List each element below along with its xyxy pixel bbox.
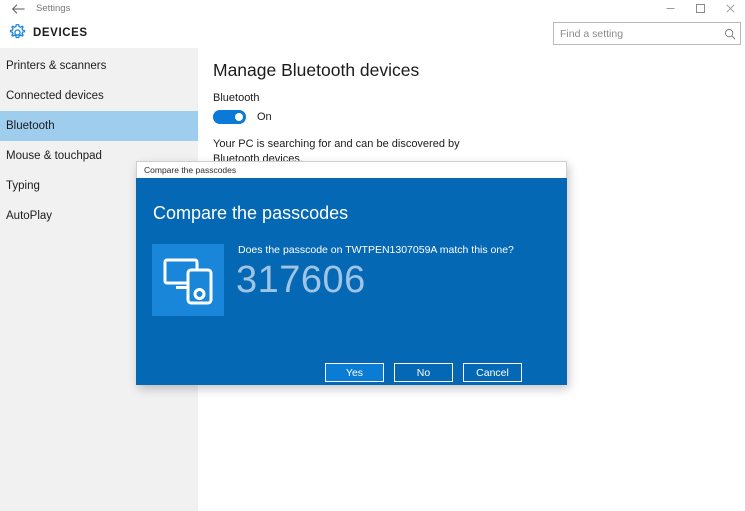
- monitor-and-phone-icon: [152, 244, 224, 316]
- sidebar-item-label: Mouse & touchpad: [6, 150, 102, 162]
- compare-passcodes-dialog: Compare the passcodes Compare the passco…: [136, 161, 567, 385]
- search-input[interactable]: [554, 24, 720, 43]
- minimize-button[interactable]: [655, 0, 685, 17]
- window-title: Settings: [36, 3, 71, 14]
- dialog-titlebar-label: Compare the passcodes: [144, 165, 237, 175]
- window-controls: [655, 0, 745, 17]
- sidebar-item-label: AutoPlay: [6, 210, 53, 222]
- dialog-titlebar: Compare the passcodes: [136, 161, 567, 178]
- sidebar-item-printers-and-scanners[interactable]: Printers & scanners: [0, 51, 198, 81]
- app-header: DEVICES: [0, 17, 745, 48]
- sidebar-item-label: Typing: [6, 180, 40, 192]
- sidebar-item-label: Bluetooth: [6, 120, 55, 132]
- page-title: Manage Bluetooth devices: [213, 60, 420, 80]
- dialog-button-row: Yes No Cancel: [136, 362, 567, 383]
- sidebar-item-label: Connected devices: [6, 90, 104, 102]
- bluetooth-toggle-state: On: [257, 111, 272, 123]
- sidebar-item-bluetooth[interactable]: Bluetooth: [0, 111, 198, 141]
- window-titlebar: Settings: [0, 0, 745, 17]
- yes-button[interactable]: Yes: [324, 362, 385, 383]
- passcode-value: 317606: [236, 259, 366, 301]
- maximize-button[interactable]: [685, 0, 715, 17]
- close-button[interactable]: [715, 0, 745, 17]
- no-button[interactable]: No: [394, 363, 453, 382]
- sidebar-item-connected-devices[interactable]: Connected devices: [0, 81, 198, 111]
- search-icon[interactable]: [720, 24, 740, 43]
- page-header-title: DEVICES: [33, 26, 88, 39]
- back-button[interactable]: [0, 0, 36, 17]
- sidebar-item-label: Printers & scanners: [6, 60, 107, 72]
- dialog-heading: Compare the passcodes: [153, 203, 349, 223]
- cancel-button[interactable]: Cancel: [463, 363, 522, 382]
- bluetooth-toggle-row: On: [213, 110, 272, 124]
- search-box[interactable]: [553, 22, 741, 45]
- dialog-question-text: Does the passcode on TWTPEN1307059A matc…: [238, 244, 514, 256]
- bluetooth-toggle[interactable]: [213, 110, 246, 124]
- dialog-body: Compare the passcodes Does the passcode …: [136, 178, 567, 385]
- bluetooth-section-label: Bluetooth: [213, 92, 260, 104]
- gear-icon: [5, 21, 29, 45]
